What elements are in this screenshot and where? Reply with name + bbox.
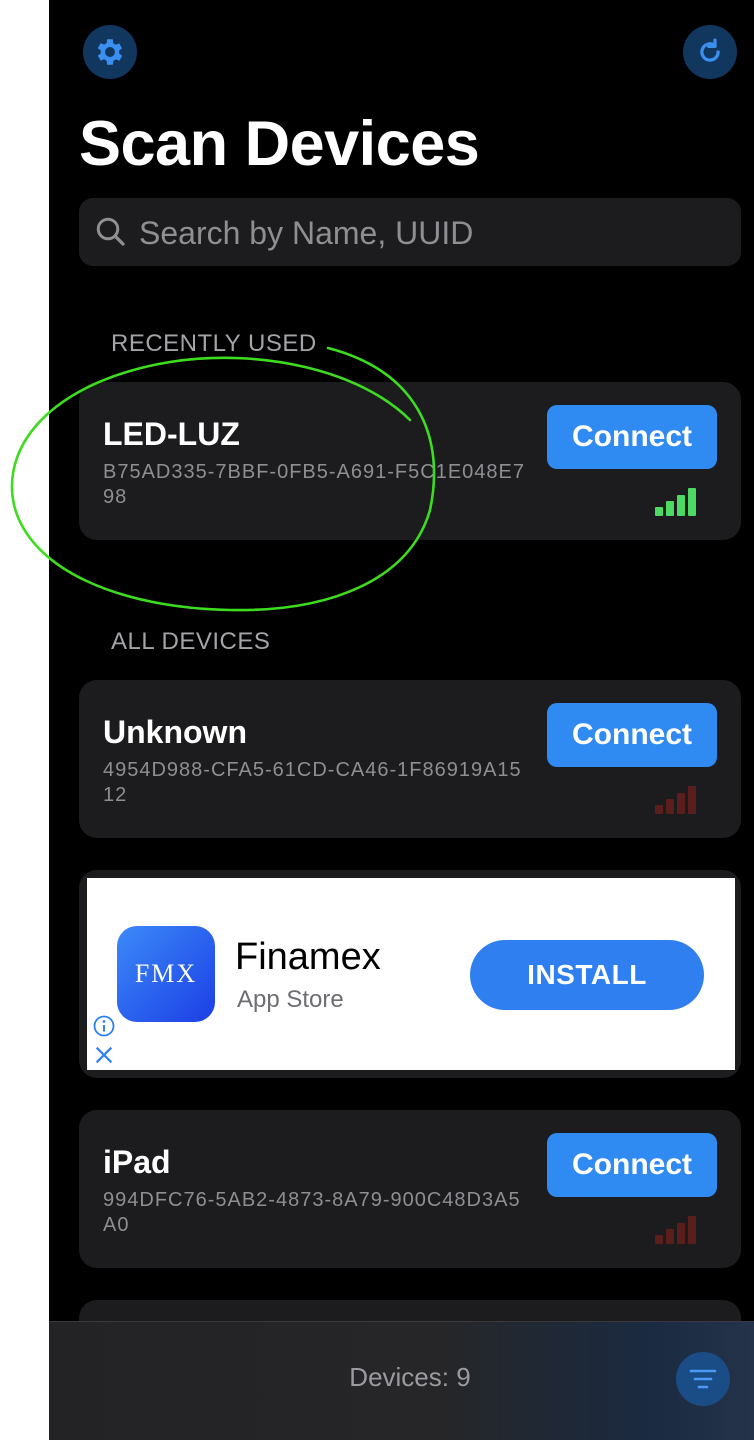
ad-banner: FMX Finamex App Store INSTALL (79, 870, 741, 1078)
info-icon[interactable] (92, 1014, 116, 1038)
connect-button[interactable]: Connect (547, 1133, 717, 1197)
device-name: Unknown (103, 714, 247, 750)
search-input[interactable] (137, 198, 731, 268)
close-icon[interactable] (93, 1044, 115, 1066)
all-devices-header: ALL DEVICES (111, 628, 271, 655)
ad-subtitle: App Store (237, 986, 344, 1013)
gear-icon (97, 39, 123, 65)
refresh-icon (700, 38, 720, 62)
install-button[interactable]: INSTALL (470, 940, 704, 1010)
device-card-recent[interactable]: LED-LUZ B75AD335-7BBF-0FB5-A691-F5C1E048… (79, 382, 741, 540)
filter-icon (689, 1369, 717, 1389)
device-card[interactable]: iPad 994DFC76-5AB2-4873-8A79-900C48D3A5A… (79, 1110, 741, 1268)
connect-button[interactable]: Connect (547, 405, 717, 469)
refresh-button[interactable] (683, 25, 737, 79)
device-card[interactable]: Unknown 4954D988-CFA5-61CD-CA46-1F86919A… (79, 680, 741, 838)
signal-strength-icon (655, 486, 701, 516)
page-title: Scan Devices (79, 109, 480, 179)
ad-content[interactable]: FMX Finamex App Store INSTALL (87, 878, 735, 1070)
app-logo[interactable]: FMX (117, 926, 215, 1022)
filter-button[interactable] (676, 1352, 730, 1406)
device-uuid: 4954D988-CFA5-61CD-CA46-1F86919A1512 (103, 759, 522, 806)
settings-button[interactable] (83, 25, 137, 79)
phone-screen: Scan Devices RECENTLY USED LED-LUZ B75AD… (49, 0, 754, 1440)
signal-strength-icon (655, 784, 701, 814)
device-uuid: 994DFC76-5AB2-4873-8A79-900C48D3A5A0 (103, 1189, 521, 1236)
device-name: LED-LUZ (103, 416, 240, 452)
device-uuid: B75AD335-7BBF-0FB5-A691-F5C1E048E798 (103, 461, 525, 508)
recently-used-header: RECENTLY USED (111, 330, 317, 357)
device-count: Devices: 9 (349, 1362, 471, 1392)
bottom-toolbar: Devices: 9 (49, 1321, 754, 1440)
search-bar[interactable] (79, 198, 741, 268)
ad-title[interactable]: Finamex (235, 936, 381, 979)
device-name: iPad (103, 1144, 171, 1180)
signal-strength-icon (655, 1214, 701, 1244)
connect-button[interactable]: Connect (547, 703, 717, 767)
search-icon (96, 217, 125, 246)
